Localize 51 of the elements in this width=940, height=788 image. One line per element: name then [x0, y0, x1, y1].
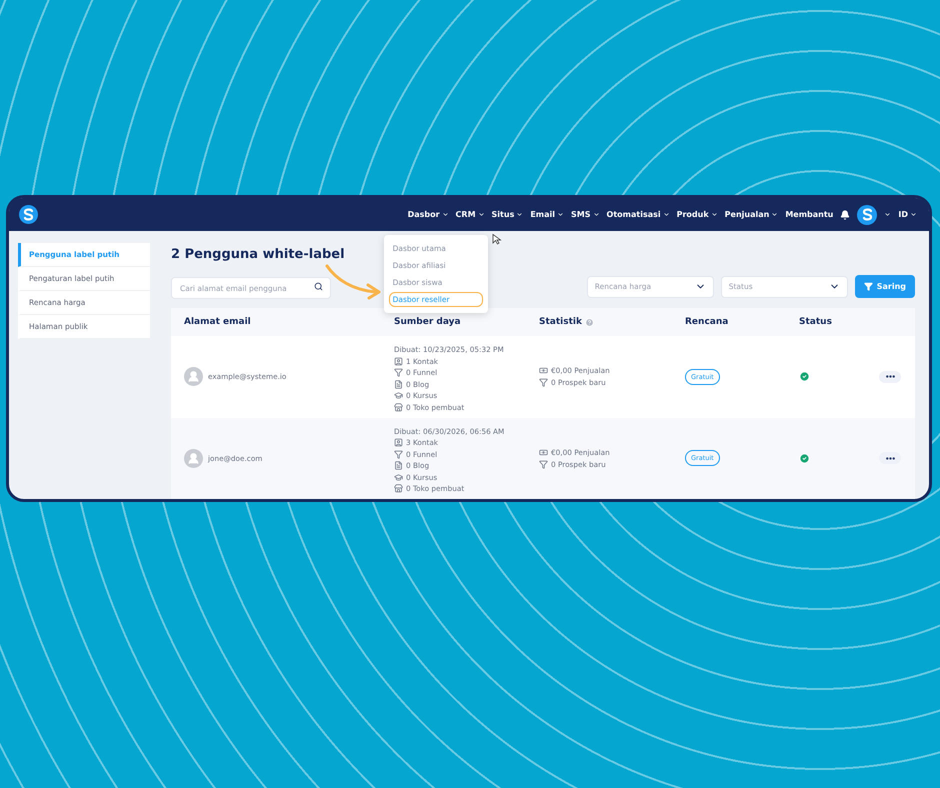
caret-icon [710, 211, 718, 218]
graduation-cap-icon [394, 472, 403, 482]
avatar-icon [184, 448, 203, 468]
page-title: 2 Pengguna white-label [171, 247, 345, 262]
column-label: Status [799, 317, 832, 327]
nav-item[interactable]: Otomatisasi [606, 210, 670, 219]
nav-item[interactable]: Email [530, 210, 564, 219]
nav-item[interactable]: Situs [492, 210, 524, 219]
column-label: Statistik [539, 317, 582, 327]
caret-icon [442, 211, 449, 218]
caret-icon [910, 211, 917, 218]
document-icon [394, 461, 403, 470]
avatar-icon [184, 367, 203, 386]
arrow-drawing [324, 263, 382, 301]
caret-icon [478, 211, 485, 218]
nav-item[interactable]: Dasbor [408, 210, 449, 219]
language-selector[interactable]: ID [898, 210, 917, 219]
logo-icon[interactable] [19, 205, 38, 224]
nav-item[interactable]: Penjualan [724, 210, 778, 219]
nav-item[interactable]: CRM [456, 210, 485, 219]
nav-item[interactable]: Membantu [785, 210, 834, 219]
more-button[interactable] [879, 370, 901, 383]
contact-icon [394, 356, 403, 366]
more-button[interactable] [879, 452, 901, 464]
account-avatar[interactable] [857, 204, 878, 224]
nav-item[interactable]: Produk [676, 210, 718, 219]
store-icon [394, 484, 403, 493]
funnel-icon [394, 450, 403, 458]
column-label: Rencana [685, 317, 728, 327]
document-icon [394, 380, 403, 388]
cursor-icon [491, 232, 503, 246]
funnel-icon [864, 282, 873, 291]
caret-icon [516, 211, 524, 218]
bell-icon[interactable] [840, 210, 850, 220]
funnel-icon [539, 378, 548, 388]
banknote-icon [539, 448, 548, 457]
caret-icon[interactable] [884, 211, 892, 218]
nav-item[interactable]: SMS [571, 210, 600, 219]
contact-icon [394, 438, 403, 447]
store-icon [394, 402, 403, 412]
funnel-icon [539, 460, 548, 469]
caret-icon [662, 211, 670, 218]
search-icon [314, 282, 323, 290]
column-label: Alamat email [184, 317, 251, 327]
caret-icon [592, 211, 600, 218]
caret-icon [557, 211, 564, 218]
banknote-icon [539, 366, 548, 376]
column-label: Sumber daya [394, 317, 461, 327]
funnel-icon [394, 368, 403, 377]
graduation-cap-icon [394, 391, 403, 400]
caret-icon [771, 211, 778, 218]
